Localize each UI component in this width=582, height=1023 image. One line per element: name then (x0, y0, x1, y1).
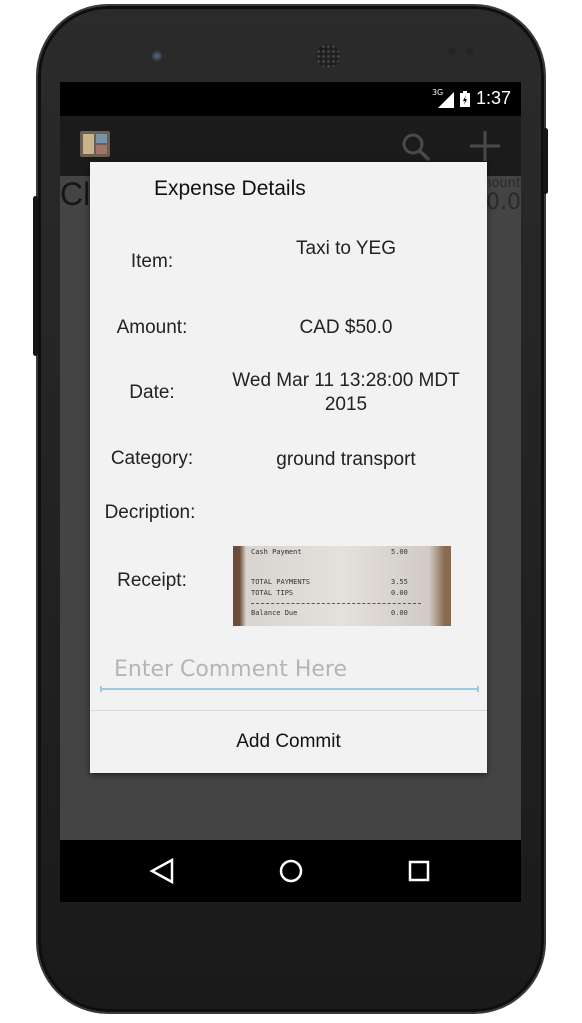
receipt-line: TOTAL TIPS (251, 589, 294, 597)
expense-details-dialog: Expense Details Item: Taxi to YEG Amount… (90, 162, 487, 773)
clock: 1:37 (475, 88, 511, 108)
date-value: Wed Mar 11 13:28:00 MDT 2015 (232, 370, 460, 415)
input-corner (100, 686, 102, 692)
amount-label: Amount: (116, 317, 188, 338)
comment-input[interactable] (100, 650, 479, 690)
receipt-divider (251, 603, 421, 604)
search-icon[interactable] (401, 132, 431, 162)
receipt-line: 5.00 (391, 548, 408, 556)
proximity-sensor (448, 47, 456, 55)
earpiece-speaker (316, 44, 340, 68)
add-commit-button[interactable]: Add Commit (90, 711, 487, 773)
receipt-label: Receipt: (117, 570, 187, 591)
category-value: ground transport (276, 449, 416, 470)
battery-icon (459, 90, 470, 107)
signal-icon: 3G (431, 87, 454, 108)
receipt-line: 0.00 (391, 589, 408, 597)
power-button (543, 128, 548, 194)
receipt-line: 0.00 (391, 609, 408, 617)
date-label: Date: (129, 382, 175, 403)
volume-button (33, 196, 38, 356)
list-title: Cl (60, 176, 91, 212)
receipt-photo[interactable]: Cash Payment 5.00 TOTAL PAYMENTS 3.55 TO… (233, 546, 451, 626)
app-logo-icon[interactable] (78, 129, 112, 159)
home-icon[interactable] (277, 857, 305, 885)
category-label: Category: (110, 448, 194, 469)
back-icon[interactable] (148, 857, 176, 885)
input-corner (477, 686, 479, 692)
network-type: 3G (431, 87, 444, 97)
front-camera (151, 50, 163, 62)
navigation-bar (60, 840, 521, 902)
receipt-line: Balance Due (251, 609, 298, 617)
status-bar: 3G 1:37 (60, 82, 521, 116)
light-sensor (466, 47, 474, 55)
recents-icon[interactable] (405, 857, 433, 885)
receipt-line: 3.55 (391, 578, 408, 586)
add-icon[interactable] (469, 130, 501, 162)
description-label: Decription: (104, 502, 196, 523)
receipt-line: TOTAL PAYMENTS (251, 578, 311, 586)
receipt-line: Cash Payment (251, 548, 302, 556)
dialog-title: Expense Details (154, 177, 306, 200)
amount-value: CAD $50.0 (299, 317, 393, 338)
item-label: Item: (130, 251, 174, 272)
item-value: Taxi to YEG (296, 238, 396, 259)
